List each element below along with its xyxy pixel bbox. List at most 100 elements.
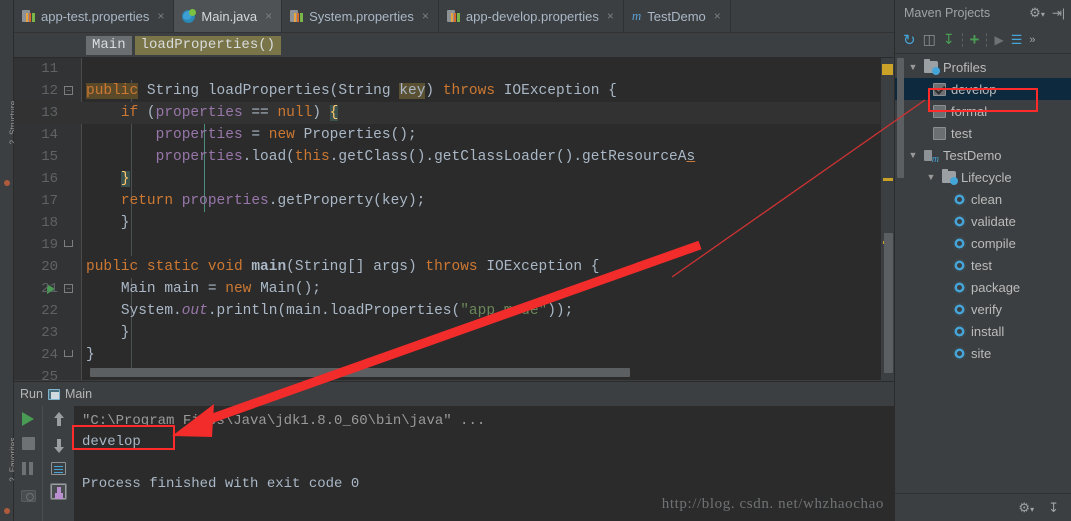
tree-node-label: test bbox=[951, 125, 972, 141]
code-line[interactable]: 24} bbox=[14, 344, 894, 366]
add-maven-project-icon[interactable]: + bbox=[970, 31, 980, 48]
gear-icon bbox=[953, 236, 966, 250]
checkbox-unchecked-icon[interactable] bbox=[933, 126, 946, 140]
chevron-down-icon[interactable]: ▼ bbox=[907, 62, 919, 72]
up-arrow-icon[interactable] bbox=[51, 412, 67, 428]
left-tool-strip: 2. Structure 2. Favorites bbox=[0, 0, 18, 521]
code-line[interactable]: 16 } bbox=[14, 168, 894, 190]
console-output[interactable]: "C:\Program Files\Java\jdk1.8.0_60\bin\j… bbox=[74, 406, 894, 521]
maven-panel-footer: ⚙▾ ↧ bbox=[895, 493, 1071, 521]
download-sources-icon[interactable]: ↧ bbox=[943, 31, 955, 48]
generate-sources-icon[interactable]: ◫ bbox=[923, 31, 936, 48]
settings-gear-icon[interactable]: ⚙▾ bbox=[1029, 5, 1045, 21]
code-editor[interactable]: − − 11 12 public String loadProperties(St… bbox=[14, 58, 894, 380]
run-tab-header: Run Main bbox=[14, 382, 894, 406]
tree-node-goal-compile[interactable]: compile bbox=[895, 232, 1071, 254]
editor-marker-bar[interactable] bbox=[880, 58, 894, 380]
run-toolbar-secondary bbox=[42, 406, 74, 521]
hide-panel-icon[interactable]: ⇥| bbox=[1052, 6, 1065, 20]
execute-goal-icon[interactable]: ☰ bbox=[1011, 32, 1023, 48]
close-icon[interactable]: × bbox=[157, 9, 164, 23]
tree-node-profiles[interactable]: ▼ Profiles bbox=[895, 56, 1071, 78]
more-icon[interactable]: » bbox=[1029, 34, 1035, 46]
maven-tree[interactable]: ▼ Profiles develop formal test ▼ TestDem… bbox=[895, 56, 1071, 493]
checkbox-unchecked-icon[interactable] bbox=[933, 104, 946, 118]
settings-gear-icon[interactable]: ⚙▾ bbox=[1018, 500, 1034, 516]
properties-file-icon bbox=[446, 9, 460, 23]
pause-icon[interactable] bbox=[20, 461, 36, 477]
reimport-icon[interactable]: ↻ bbox=[903, 31, 916, 49]
editor-horizontal-scrollbar[interactable] bbox=[90, 368, 630, 377]
code-line[interactable]: 14 properties = new Properties(); bbox=[14, 124, 894, 146]
down-arrow-icon[interactable] bbox=[51, 437, 67, 453]
maven-tree-scrollbar[interactable] bbox=[897, 58, 904, 178]
tab-app-develop-properties[interactable]: app-develop.properties × bbox=[438, 0, 624, 32]
code-line[interactable]: 12 public String loadProperties(String ke… bbox=[14, 80, 894, 102]
tree-node-formal[interactable]: formal bbox=[895, 100, 1071, 122]
gear-icon bbox=[953, 192, 966, 206]
tab-testdemo[interactable]: m TestDemo × bbox=[623, 0, 731, 32]
tab-app-test-properties[interactable]: app-test.properties × bbox=[14, 0, 175, 32]
line-number: 17 bbox=[41, 193, 58, 209]
close-icon[interactable]: × bbox=[422, 9, 429, 23]
tree-node-goal-test[interactable]: test bbox=[895, 254, 1071, 276]
tree-node-goal-verify[interactable]: verify bbox=[895, 298, 1071, 320]
tree-node-goal-package[interactable]: package bbox=[895, 276, 1071, 298]
tree-node-test-profile[interactable]: test bbox=[895, 122, 1071, 144]
run-configuration-name[interactable]: Main bbox=[65, 387, 92, 401]
code-line[interactable]: 20 public static void main(String[] args)… bbox=[14, 256, 894, 278]
breadcrumb-class[interactable]: Main bbox=[86, 35, 132, 55]
code-line[interactable]: 15 properties.load(this.getClass().getCl… bbox=[14, 146, 894, 168]
code-line[interactable]: 19 bbox=[14, 234, 894, 256]
line-number: 20 bbox=[41, 259, 58, 275]
code-line[interactable]: 23 } bbox=[14, 322, 894, 344]
chevron-down-icon[interactable]: ▼ bbox=[925, 172, 937, 182]
code-line[interactable]: 21 Main main = new Main(); bbox=[14, 278, 894, 300]
editor-vertical-scrollbar[interactable] bbox=[884, 233, 893, 373]
warning-stripe-icon[interactable] bbox=[882, 64, 893, 75]
line-number: 21 bbox=[41, 281, 58, 297]
code-line[interactable]: 22 System.out.println(main.loadPropertie… bbox=[14, 300, 894, 322]
checkbox-checked-icon[interactable] bbox=[933, 82, 946, 96]
properties-file-icon bbox=[22, 9, 35, 23]
collapse-icon[interactable]: ↧ bbox=[1048, 500, 1059, 516]
gear-icon bbox=[953, 324, 966, 338]
close-icon[interactable]: × bbox=[265, 9, 272, 23]
tree-node-lifecycle[interactable]: ▼ Lifecycle bbox=[895, 166, 1071, 188]
tab-system-properties[interactable]: System.properties × bbox=[282, 0, 439, 32]
console-line: "C:\Program Files\Java\jdk1.8.0_60\bin\j… bbox=[82, 413, 486, 429]
marker-stripe[interactable] bbox=[883, 178, 893, 181]
stop-icon[interactable] bbox=[21, 437, 35, 450]
line-number: 14 bbox=[41, 127, 58, 143]
screenshot-icon[interactable] bbox=[20, 490, 36, 502]
close-icon[interactable]: × bbox=[714, 9, 721, 23]
code-line-current[interactable]: 13 if (properties == null) { bbox=[14, 102, 894, 124]
editor-tab-bar: app-test.properties × Main.java × System… bbox=[14, 0, 894, 33]
code-line[interactable]: 18 } bbox=[14, 212, 894, 234]
tree-node-testdemo[interactable]: ▼ TestDemo bbox=[895, 144, 1071, 166]
tree-node-goal-install[interactable]: install bbox=[895, 320, 1071, 342]
run-window-label: Run bbox=[20, 387, 43, 401]
tree-node-label: formal bbox=[951, 103, 988, 119]
tree-node-label: site bbox=[971, 345, 992, 361]
maven-panel-title: Maven Projects bbox=[904, 6, 991, 20]
line-number: 15 bbox=[41, 149, 58, 165]
tree-node-develop[interactable]: develop bbox=[895, 78, 1071, 100]
line-number: 13 bbox=[41, 105, 58, 121]
close-icon[interactable]: × bbox=[607, 9, 614, 23]
scroll-to-end-icon[interactable] bbox=[50, 483, 67, 500]
breadcrumb-method[interactable]: loadProperties() bbox=[134, 35, 282, 55]
tab-main-java[interactable]: Main.java × bbox=[174, 0, 283, 32]
code-line[interactable]: 17 return properties.getProperty(key); bbox=[14, 190, 894, 212]
rerun-icon[interactable] bbox=[22, 412, 34, 426]
chevron-down-icon[interactable]: ▼ bbox=[907, 150, 919, 160]
code-line[interactable]: 11 bbox=[14, 58, 894, 80]
tree-node-goal-site[interactable]: site bbox=[895, 342, 1071, 364]
run-icon[interactable]: ▶ bbox=[994, 33, 1003, 47]
soft-wrap-icon[interactable] bbox=[51, 462, 66, 475]
tree-node-goal-clean[interactable]: clean bbox=[895, 188, 1071, 210]
tree-node-goal-validate[interactable]: validate bbox=[895, 210, 1071, 232]
line-number: 22 bbox=[41, 303, 58, 319]
run-tool-window: Run Main "C:\Program Files\Java\jdk1.8.0… bbox=[14, 381, 894, 521]
breadcrumb: Main loadProperties() bbox=[14, 33, 894, 58]
